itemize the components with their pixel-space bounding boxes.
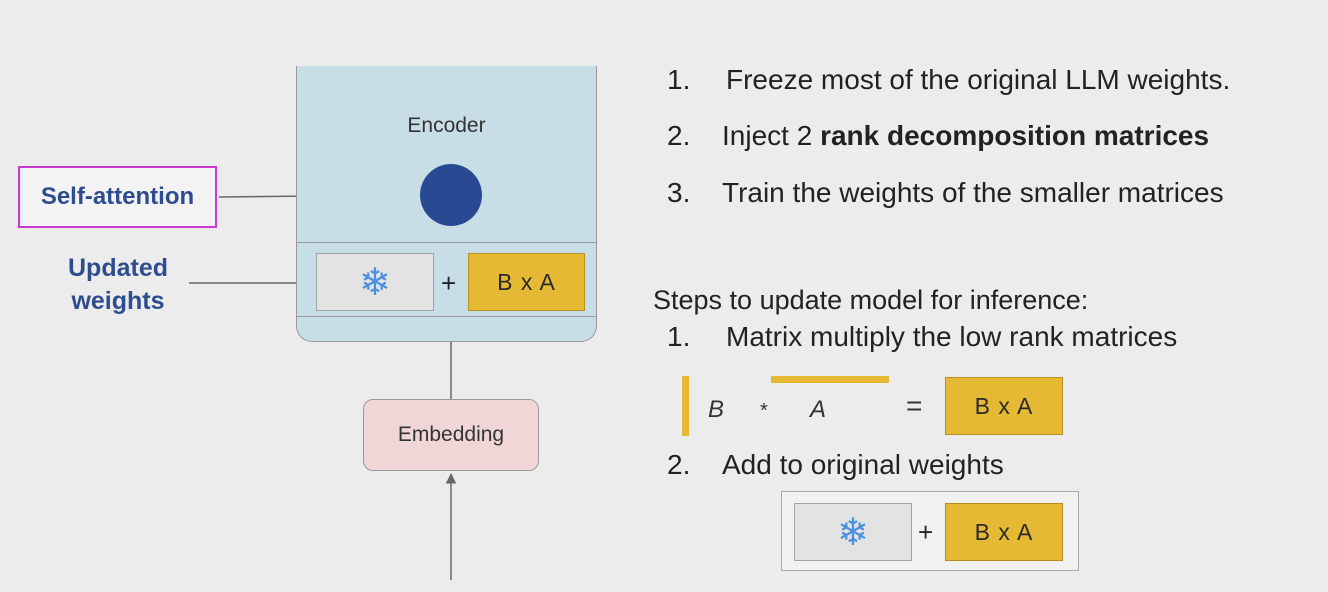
self-attention-node [420, 164, 482, 226]
snowflake-icon: ❄ [359, 261, 391, 304]
step-1-text: Freeze most of the original LLM weights. [726, 64, 1231, 95]
updated-weights-label: Updated weights [30, 252, 206, 318]
multiply-sign: * [760, 400, 768, 422]
sum-frozen-weights-box: ❄ [794, 503, 912, 561]
step-2-bold: rank decomposition matrices [820, 120, 1210, 151]
updated-weights-line1: Updated [68, 254, 168, 282]
equals-sign: = [906, 390, 923, 421]
step-3-text: Train the weights of the smaller matrice… [722, 177, 1224, 208]
sum-plus-sign: + [918, 517, 934, 547]
embedding-block: Embedding [363, 399, 539, 471]
inference-step-2-text: Add to original weights [722, 449, 1004, 480]
step-2-plain: Inject 2 [722, 120, 821, 151]
inference-heading: Steps to update model for inference: [653, 285, 1089, 315]
inference-step-1-number: 1. [667, 321, 691, 352]
inference-step-1-text: Matrix multiply the low rank matrices [726, 321, 1178, 352]
matrix-a-bar [771, 376, 889, 383]
step-3-number: 3. [667, 177, 691, 208]
inference-step-2-number: 2. [667, 449, 691, 480]
sum-ba-matrix-box: B x A [945, 503, 1063, 561]
encoder-label: Encoder [407, 114, 486, 137]
frozen-weights-box: ❄ [316, 253, 434, 311]
matrix-a-label: A [810, 396, 827, 423]
self-attention-label: Self-attention [18, 166, 217, 228]
snowflake-icon: ❄ [837, 511, 869, 554]
matrix-b-bar [682, 376, 689, 436]
step-2-text: Inject 2 rank decomposition matrices [722, 120, 1209, 152]
ba-matrix-box: B x A [468, 253, 585, 311]
formula-result-box: B x A [945, 377, 1063, 435]
plus-sign: + [441, 268, 457, 298]
step-2-number: 2. [667, 120, 691, 151]
updated-weights-line2: weights [71, 287, 165, 315]
matrix-b-label: B [708, 396, 725, 423]
step-1-number: 1. [667, 64, 691, 95]
